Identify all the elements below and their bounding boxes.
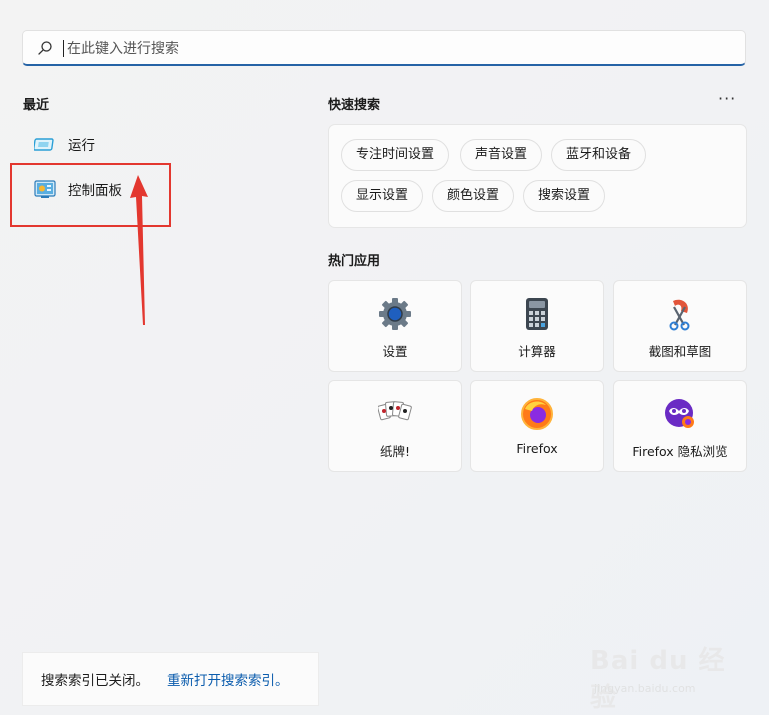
search-input[interactable]: [65, 35, 719, 63]
baidu-watermark: Bai du 经验 jingyan.baidu.com: [590, 630, 740, 713]
app-tile-label: 纸牌!: [379, 444, 410, 459]
app-tile-solitaire[interactable]: 纸牌!: [328, 380, 462, 472]
app-tile-firefox-private[interactable]: Firefox 隐私浏览: [613, 380, 747, 472]
app-tile-calculator[interactable]: 计算器: [470, 280, 604, 372]
quick-search-chip-bluetooth[interactable]: 蓝牙和设备: [551, 139, 647, 171]
run-icon: [34, 138, 54, 151]
solitaire-icon: [378, 401, 412, 421]
recent-title: 最近: [23, 98, 50, 113]
reopen-search-index-link[interactable]: 重新打开搜索索引。: [167, 669, 289, 689]
app-tile-label: Firefox 隐私浏览: [632, 444, 728, 459]
calculator-icon: [526, 298, 548, 330]
text-caret: [63, 40, 64, 57]
firefox-private-icon: [665, 399, 694, 428]
quick-search-chip-color[interactable]: 颜色设置: [432, 180, 515, 212]
gear-icon: [379, 298, 411, 330]
app-tile-settings[interactable]: 设置: [328, 280, 462, 372]
search-icon: [38, 41, 52, 55]
quick-search-card: 专注时间设置 声音设置 蓝牙和设备 显示设置 颜色设置 搜索设置: [328, 124, 747, 228]
more-options-button[interactable]: ···: [718, 91, 742, 108]
quick-search-chip-search[interactable]: 搜索设置: [523, 180, 606, 212]
search-box[interactable]: [22, 30, 746, 66]
app-tile-label: 设置: [382, 344, 408, 359]
snipping-tool-icon: [669, 299, 690, 331]
quick-search-chip-focus[interactable]: 专注时间设置: [341, 139, 450, 171]
annotation-arrow-icon: [130, 175, 148, 325]
search-index-status-card: 搜索索引已关闭。 重新打开搜索索引。: [22, 652, 319, 706]
app-tile-label: 计算器: [518, 344, 556, 359]
firefox-icon: [521, 398, 553, 430]
recent-item-label: 运行: [68, 138, 95, 154]
app-tile-firefox[interactable]: Firefox: [470, 380, 604, 472]
search-index-status-text: 搜索索引已关闭。: [41, 673, 149, 689]
app-tile-label: 截图和草图: [648, 344, 712, 359]
app-tile-label: Firefox: [516, 441, 558, 456]
quick-search-chip-display[interactable]: 显示设置: [341, 180, 424, 212]
watermark-logo: Bai du 经验: [590, 646, 726, 713]
quick-search-chip-sound[interactable]: 声音设置: [460, 139, 543, 171]
top-apps-title: 热门应用: [328, 254, 381, 269]
app-tile-snipping-tool[interactable]: 截图和草图: [613, 280, 747, 372]
recent-item-run[interactable]: 运行: [24, 126, 274, 162]
quick-search-title: 快速搜索: [328, 98, 381, 113]
watermark-url: jingyan.baidu.com: [594, 682, 696, 695]
